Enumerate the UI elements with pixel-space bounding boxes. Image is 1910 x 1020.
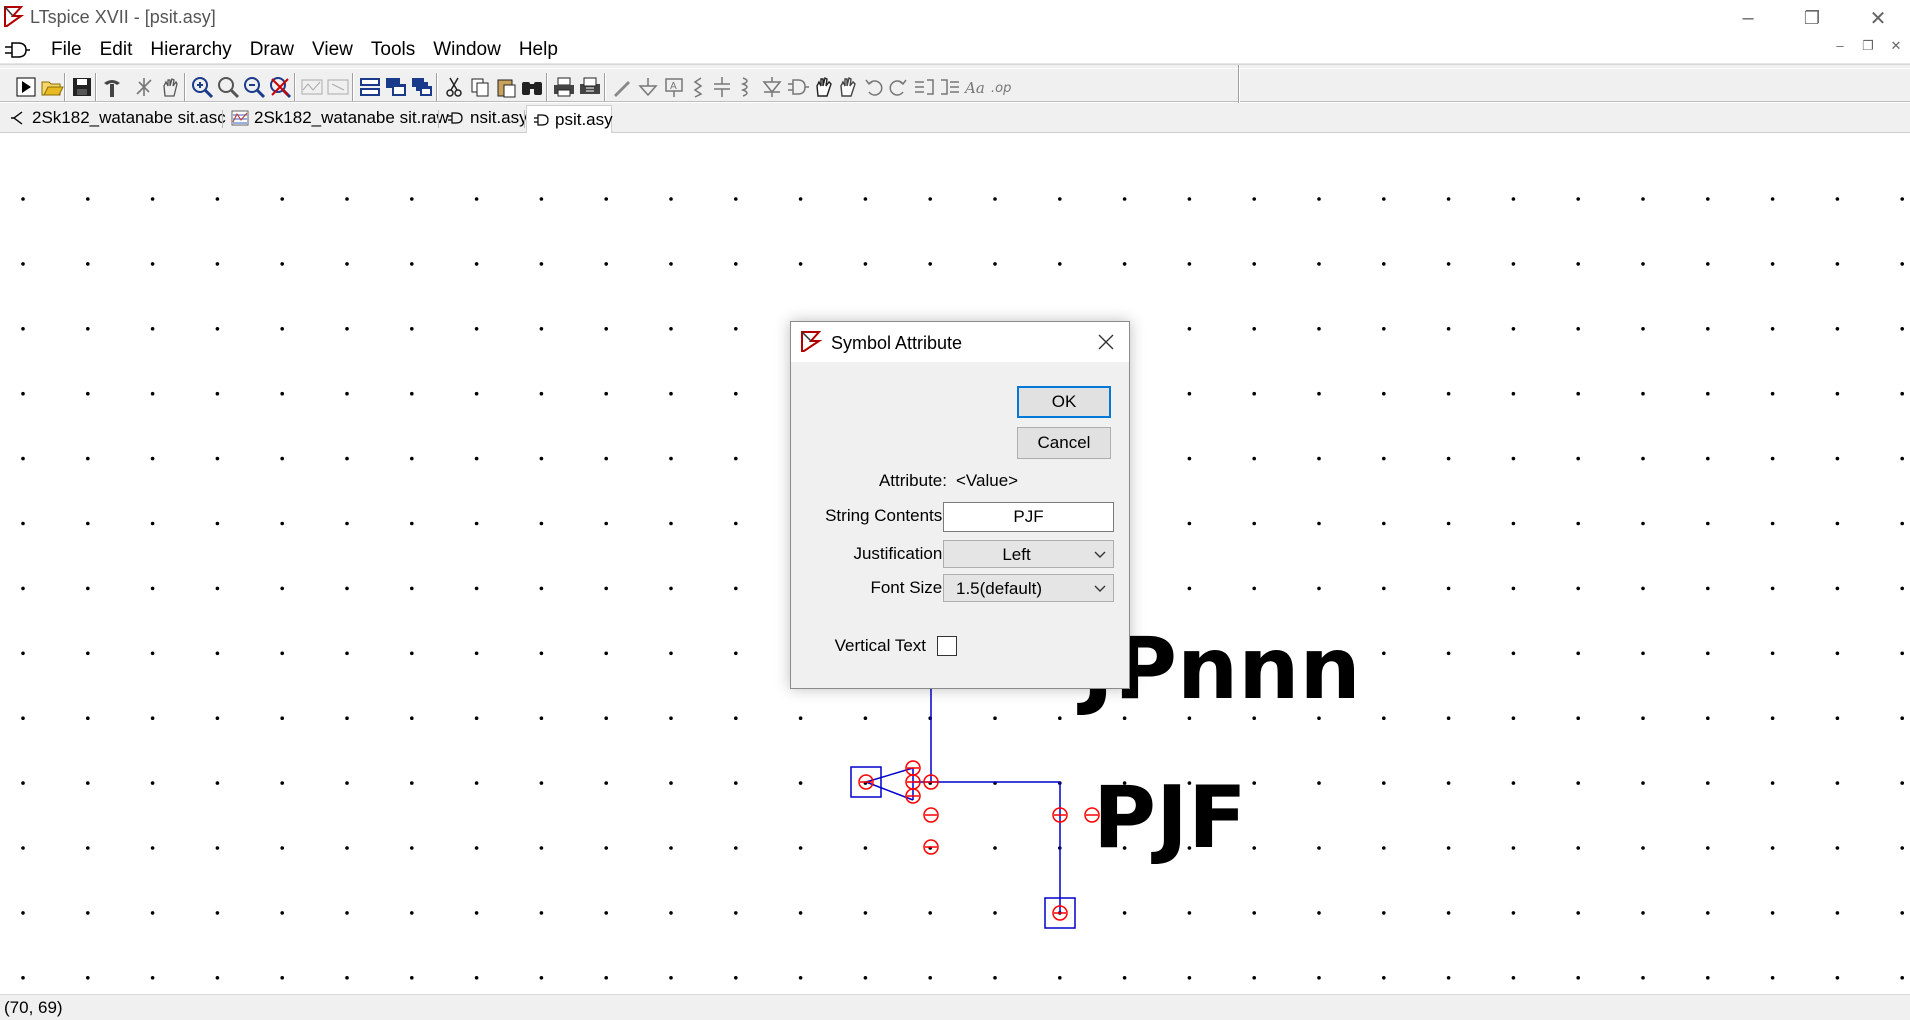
run-icon[interactable] xyxy=(12,73,40,101)
menu-window[interactable]: Window xyxy=(424,39,510,61)
symbol-attribute-dialog: Symbol Attribute OK Cancel Attribute: <V… xyxy=(790,321,1130,689)
title-bar: LTspice XVII - [psit.asy] – ❐ ✕ xyxy=(0,0,1910,36)
menu-edit[interactable]: Edit xyxy=(91,39,142,61)
drag-icon[interactable] xyxy=(834,73,862,101)
dialog-title: Symbol Attribute xyxy=(831,333,963,353)
vertical-text-label: Vertical Text xyxy=(834,636,926,655)
mirror-icon[interactable] xyxy=(936,73,964,101)
text-icon[interactable]: Aa xyxy=(962,73,990,101)
menu-help[interactable]: Help xyxy=(510,39,567,61)
menu-view[interactable]: View xyxy=(303,39,362,61)
dialog-title-bar[interactable]: Symbol Attribute xyxy=(791,322,1129,362)
svg-text:A: A xyxy=(670,81,677,92)
zoom-in-icon[interactable] xyxy=(188,73,216,101)
tab-label: nsit.asy xyxy=(470,108,528,127)
paste-icon[interactable] xyxy=(492,73,520,101)
toolbar: A Aa .op xyxy=(0,64,1910,103)
menu-draw[interactable]: Draw xyxy=(241,39,303,61)
symbol-icon xyxy=(446,109,466,127)
open-icon[interactable] xyxy=(38,73,66,101)
zoom-fit-icon[interactable] xyxy=(240,73,268,101)
string-contents-label: String Contents: xyxy=(825,506,947,525)
menu-bar: File Edit Hierarchy Draw View Tools Wind… xyxy=(0,36,1910,64)
draw-wire-icon[interactable] xyxy=(608,73,636,101)
ltspice-logo-icon xyxy=(801,331,823,352)
mdi-minimize-button[interactable]: – xyxy=(1826,38,1854,54)
font-size-select[interactable]: 1.5(default) xyxy=(943,574,1114,602)
halt-icon[interactable] xyxy=(130,73,158,101)
menu-hierarchy[interactable]: Hierarchy xyxy=(141,39,240,61)
attribute-value: <Value> xyxy=(956,471,1019,490)
justification-label: Justification: xyxy=(853,544,947,563)
zoom-cancel-icon[interactable] xyxy=(266,73,294,101)
spice-directive-icon[interactable]: .op xyxy=(988,73,1016,101)
delete-trace-icon[interactable] xyxy=(324,73,352,101)
window-title: LTspice XVII - [psit.asy] xyxy=(30,7,216,27)
copy-icon[interactable] xyxy=(466,73,494,101)
document-tabs: 2Sk182_watanabe sit.asc 2Sk182_watanabe … xyxy=(0,103,1910,133)
ltspice-window: LTspice XVII - [psit.asy] – ❐ ✕ File Edi… xyxy=(0,0,1910,1020)
restore-button[interactable]: ❐ xyxy=(1780,0,1844,36)
chevron-down-icon xyxy=(1094,551,1106,558)
inductor-icon[interactable] xyxy=(732,73,760,101)
minimize-button[interactable]: – xyxy=(1716,0,1780,36)
schematic-icon xyxy=(8,109,28,127)
mdi-restore-button[interactable]: ❐ xyxy=(1854,38,1882,54)
zoom-out-icon[interactable] xyxy=(214,73,242,101)
close-icon xyxy=(1098,334,1114,350)
print-preview-icon[interactable] xyxy=(576,73,604,101)
svg-text:Aa: Aa xyxy=(964,79,985,97)
tab-2sk182-raw[interactable]: 2Sk182_watanabe sit.raw xyxy=(224,105,449,131)
component-icon[interactable] xyxy=(784,73,812,101)
find-icon[interactable] xyxy=(518,73,546,101)
justification-select[interactable]: Left xyxy=(943,540,1114,568)
tab-nsit-asy[interactable]: nsit.asy xyxy=(440,105,528,131)
symbol-document-icon[interactable] xyxy=(4,40,30,60)
font-size-label: Font Size: xyxy=(870,578,947,597)
close-button[interactable]: ✕ xyxy=(1846,0,1910,36)
tab-label: 2Sk182_watanabe sit.raw xyxy=(254,108,449,127)
redo-icon[interactable] xyxy=(884,73,912,101)
ok-button[interactable]: OK xyxy=(1017,386,1111,418)
tile-horizontal-icon[interactable] xyxy=(356,73,384,101)
symbol-icon xyxy=(533,111,551,129)
tab-label: psit.asy xyxy=(555,109,613,129)
prefix-attribute-text[interactable]: PJF xyxy=(1093,775,1247,861)
save-icon[interactable] xyxy=(68,73,96,101)
cut-icon[interactable] xyxy=(440,73,468,101)
pan-icon[interactable] xyxy=(156,73,184,101)
string-contents-input[interactable]: PJF xyxy=(943,502,1114,532)
chevron-down-icon xyxy=(1094,585,1106,592)
vertical-text-checkbox[interactable] xyxy=(937,636,957,656)
ltspice-logo-icon xyxy=(4,6,24,27)
diode-icon[interactable] xyxy=(758,73,786,101)
print-icon[interactable] xyxy=(550,73,578,101)
menu-file[interactable]: File xyxy=(42,39,91,61)
cancel-button[interactable]: Cancel xyxy=(1017,427,1111,459)
cursor-coordinates: (70, 69) xyxy=(4,998,63,1017)
control-panel-icon[interactable] xyxy=(98,73,126,101)
status-bar: (70, 69) xyxy=(0,994,1910,1020)
tile-vertical-icon[interactable] xyxy=(382,73,410,101)
tab-label: 2Sk182_watanabe sit.asc xyxy=(32,108,226,127)
mdi-close-button[interactable]: ✕ xyxy=(1882,38,1910,54)
ground-icon[interactable] xyxy=(634,73,662,101)
tab-2sk182-asc[interactable]: 2Sk182_watanabe sit.asc xyxy=(2,105,226,131)
tab-psit-asy[interactable]: psit.asy xyxy=(526,105,613,133)
dialog-close-button[interactable] xyxy=(1091,328,1121,356)
menu-tools[interactable]: Tools xyxy=(362,39,424,61)
cascade-icon[interactable] xyxy=(408,73,436,101)
autorange-icon[interactable] xyxy=(298,73,326,101)
attribute-label: Attribute: xyxy=(878,471,947,490)
svg-text:.op: .op xyxy=(991,81,1011,96)
rotate-icon[interactable] xyxy=(910,73,938,101)
waveform-icon xyxy=(230,109,250,127)
